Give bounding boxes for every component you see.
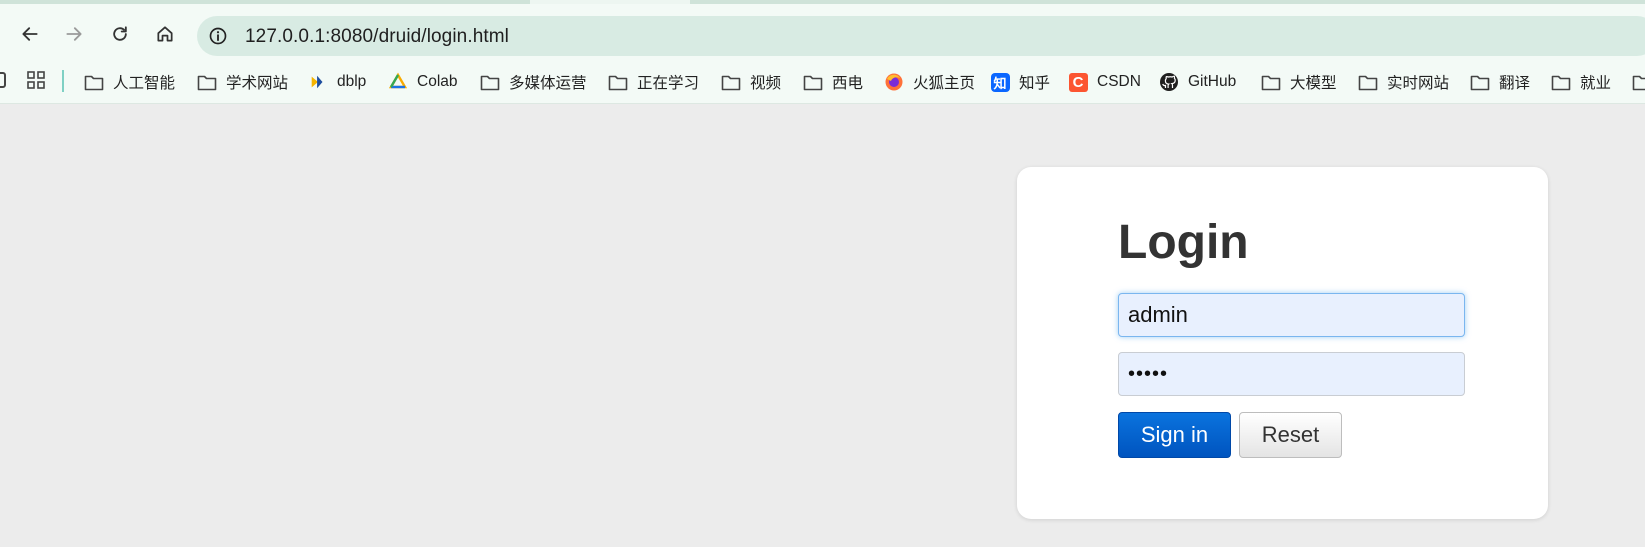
- bookmark-label: GitHub: [1188, 73, 1237, 90]
- forward-button[interactable]: [58, 18, 90, 50]
- bookmark-link[interactable]: GitHub: [1159, 70, 1236, 94]
- reload-button[interactable]: [104, 18, 136, 50]
- apps-grid-icon: [27, 71, 45, 89]
- colab-logo-icon: [388, 72, 408, 92]
- password-input[interactable]: [1118, 352, 1465, 396]
- bookmark-label: 就业: [1580, 75, 1612, 92]
- bookmark-folder[interactable]: 翻译: [1470, 70, 1530, 94]
- bookmark-link[interactable]: Colab: [388, 70, 458, 94]
- sign-in-button[interactable]: Sign in: [1118, 412, 1231, 458]
- folder-icon: [803, 72, 823, 92]
- bookmark-link[interactable]: 知 知乎: [990, 70, 1050, 94]
- bookmark-label: 学术网站: [226, 75, 289, 92]
- folder-icon: [1358, 72, 1378, 92]
- dblp-logo-icon: [308, 72, 328, 92]
- bookmark-label: 实时网站: [1387, 75, 1450, 92]
- firefox-logo-icon: [884, 72, 904, 92]
- bookmark-label: 火狐主页: [913, 75, 976, 92]
- bookmark-folder[interactable]: 人工智能: [84, 70, 175, 94]
- zhihu-logo-icon: 知: [990, 72, 1010, 92]
- folder-icon: [721, 72, 741, 92]
- zhihu-badge: 知: [990, 72, 1010, 92]
- browser-toolbar: 127.0.0.1:8080/druid/login.html: [0, 4, 1645, 62]
- bookmark-label: Colab: [417, 73, 458, 90]
- home-button[interactable]: [149, 18, 181, 50]
- bookmark-link[interactable]: 火狐主页: [884, 70, 975, 94]
- site-info-button[interactable]: [208, 26, 228, 46]
- bookmark-label: 知乎: [1019, 75, 1051, 92]
- arrow-right-icon: [66, 27, 82, 41]
- bookmark-label: CSDN: [1097, 73, 1141, 90]
- bookmarks-bar: 人工智能 学术网站 dblp Colab 多媒体运营 正在学习 视频 西电 火狐…: [0, 62, 1645, 104]
- bookmark-folder[interactable]: 西电: [803, 70, 863, 94]
- folder-icon: [84, 72, 104, 92]
- browser-chrome: 127.0.0.1:8080/druid/login.html 人工智能 学术网…: [0, 0, 1645, 104]
- folder-icon: [1261, 72, 1281, 92]
- bookmark-folder[interactable]: 就业: [1551, 70, 1611, 94]
- username-input[interactable]: [1118, 293, 1465, 337]
- bookmark-label: 正在学习: [637, 75, 700, 92]
- bookmark-link[interactable]: dblp: [308, 70, 366, 94]
- folder-icon: [1632, 72, 1645, 92]
- back-button[interactable]: [14, 18, 46, 50]
- folder-icon: [197, 72, 217, 92]
- address-bar[interactable]: 127.0.0.1:8080/druid/login.html: [197, 16, 1645, 56]
- bookmark-label: dblp: [337, 73, 367, 90]
- apps-button[interactable]: [26, 70, 46, 90]
- bookmark-label: 西电: [832, 75, 864, 92]
- reload-icon: [113, 26, 127, 41]
- bookmark-folder[interactable]: [1632, 70, 1645, 94]
- bookmark-folder[interactable]: 正在学习: [608, 70, 699, 94]
- csdn-logo-icon: C: [1068, 72, 1088, 92]
- login-card: Login Sign in Reset: [1017, 167, 1548, 519]
- info-circle-icon: [209, 27, 227, 45]
- bookmark-folder[interactable]: 学术网站: [197, 70, 288, 94]
- folder-icon: [1470, 72, 1490, 92]
- bookmark-folder[interactable]: 大模型: [1261, 70, 1337, 94]
- home-icon: [157, 26, 173, 42]
- bookmark-folder-icon[interactable]: [0, 72, 6, 88]
- folder-icon: [1551, 72, 1571, 92]
- bookmark-label: 视频: [750, 75, 782, 92]
- github-logo-icon: [1159, 72, 1179, 92]
- bookmark-folder[interactable]: 实时网站: [1358, 70, 1449, 94]
- bookmark-label: 翻译: [1499, 75, 1531, 92]
- bookmark-label: 人工智能: [113, 75, 176, 92]
- folder-icon: [480, 72, 500, 92]
- bookmarks-separator: [62, 70, 64, 92]
- folder-icon: [608, 72, 628, 92]
- bookmark-folder[interactable]: 多媒体运营: [480, 70, 587, 94]
- url-text: 127.0.0.1:8080/druid/login.html: [245, 26, 510, 47]
- csdn-badge: C: [1068, 72, 1088, 92]
- login-title: Login: [1118, 216, 1249, 269]
- bookmark-label: 大模型: [1290, 75, 1337, 92]
- reset-button[interactable]: Reset: [1239, 412, 1342, 458]
- bookmark-link[interactable]: C CSDN: [1068, 70, 1141, 94]
- arrow-left-icon: [22, 27, 38, 41]
- bookmark-folder[interactable]: 视频: [721, 70, 781, 94]
- bookmark-label: 多媒体运营: [509, 75, 587, 92]
